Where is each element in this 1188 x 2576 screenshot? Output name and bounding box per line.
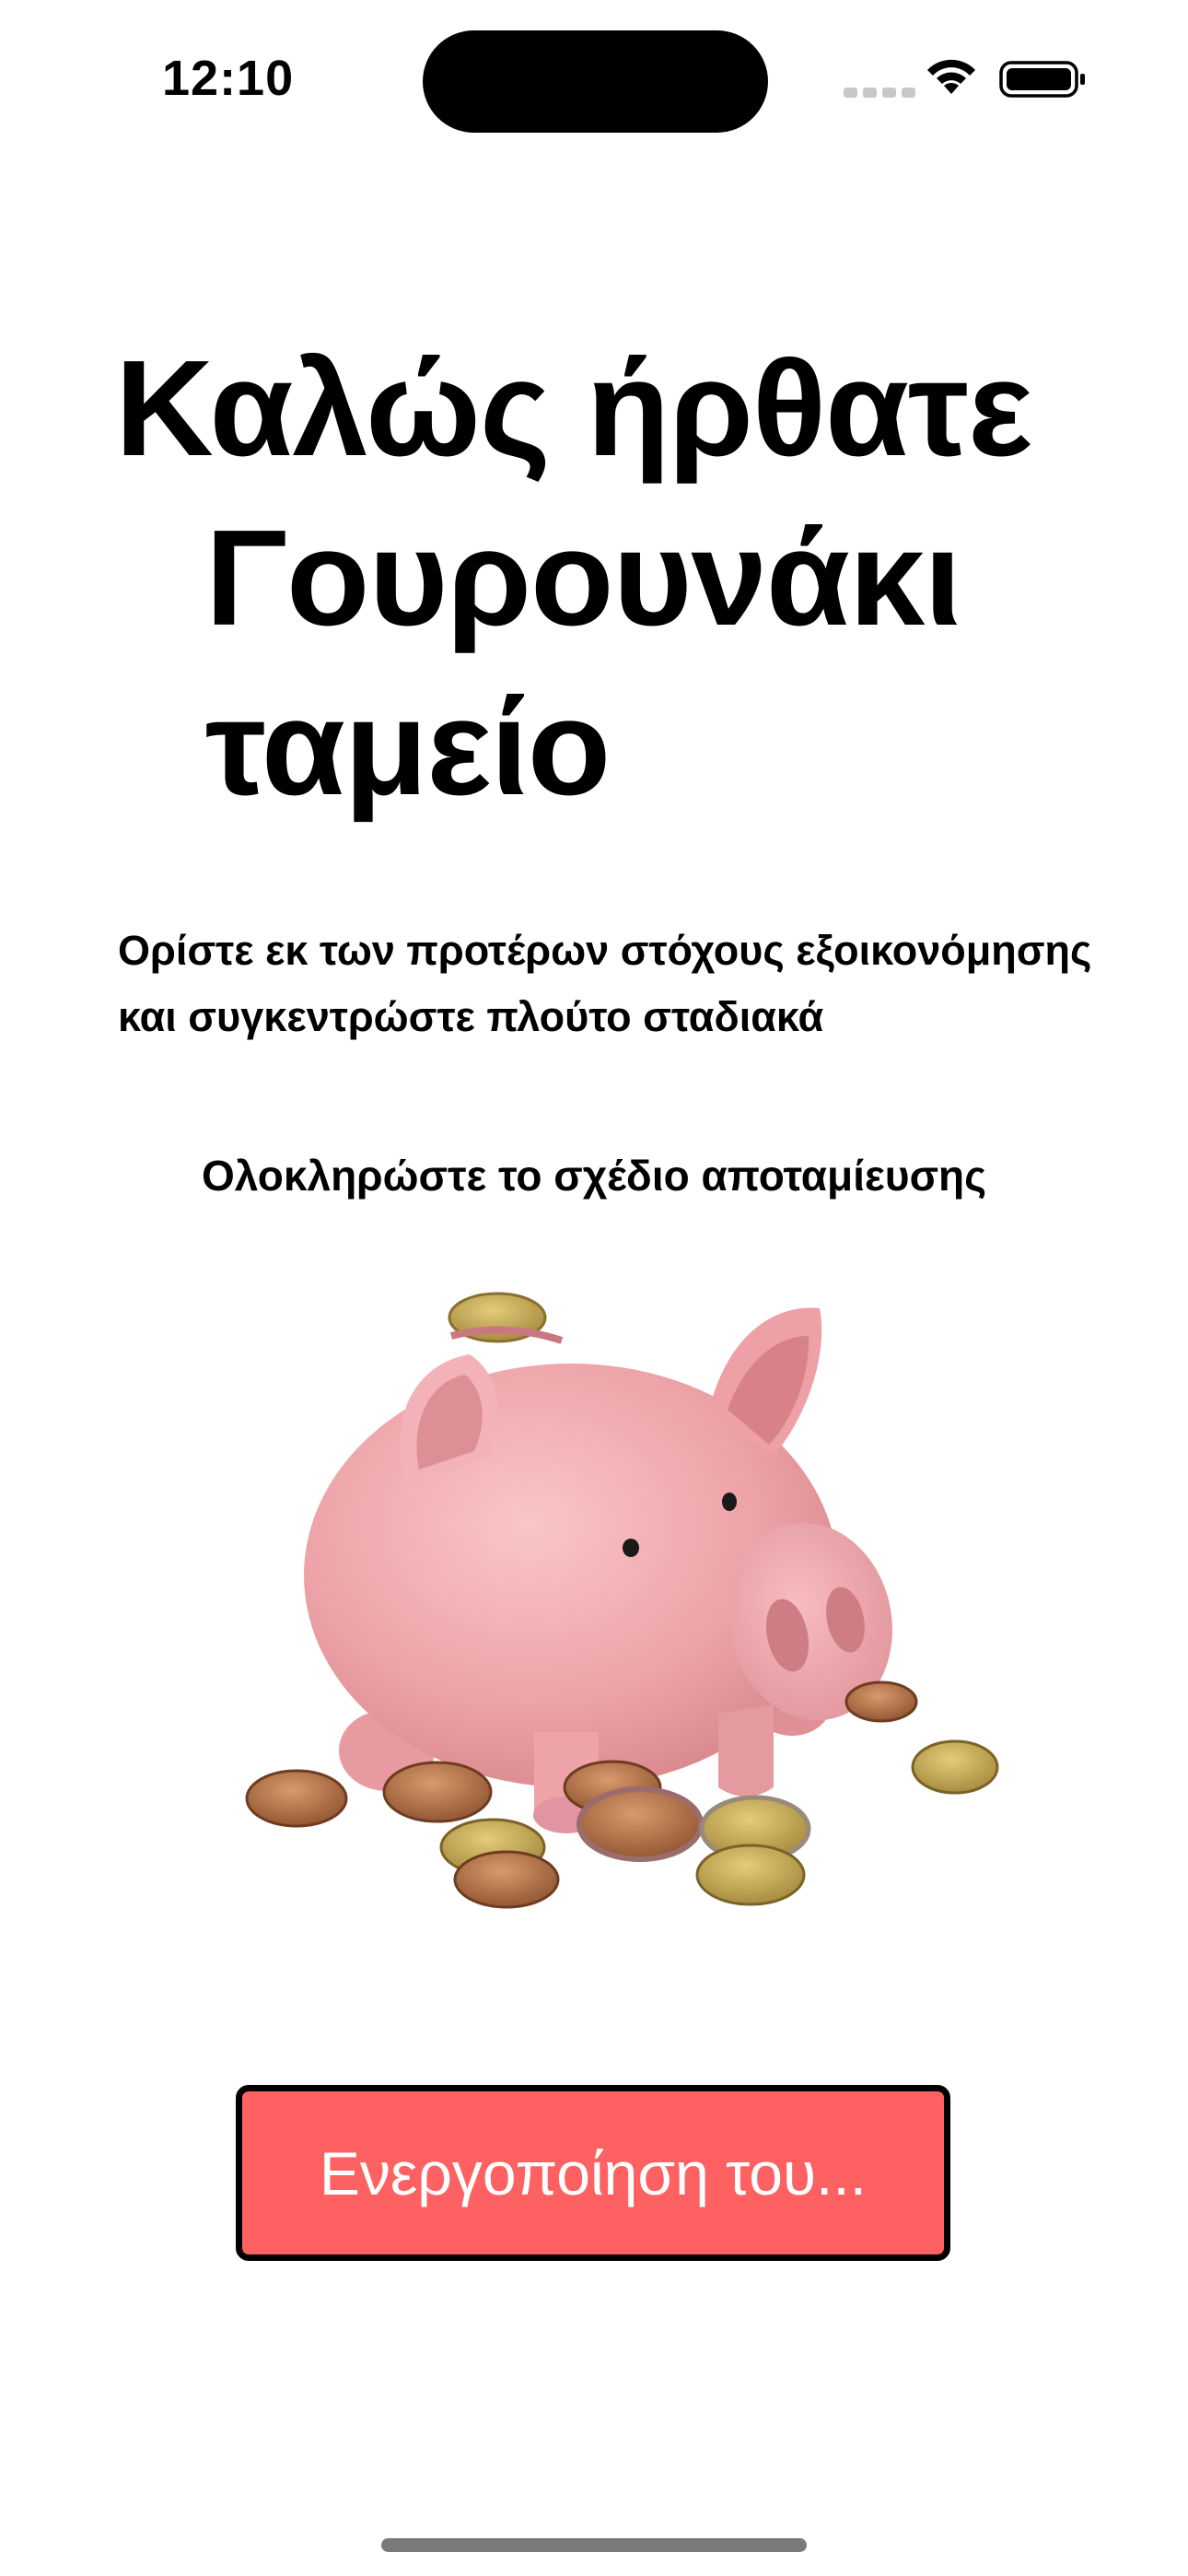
status-time: 12:10 (162, 51, 295, 106)
dynamic-island (423, 30, 768, 133)
page-title: Καλώς ήρθατε Γουρουνάκι ταμείο (115, 324, 1128, 833)
home-indicator[interactable] (381, 2538, 807, 2552)
title-line-2: Γουρουνάκι (205, 502, 962, 654)
cellular-signal-icon (844, 88, 915, 98)
battery-icon (999, 61, 1085, 98)
title-line-3: ταμείο (205, 672, 611, 824)
wifi-icon (927, 59, 975, 94)
subtitle-text: Ολοκληρώστε το σχέδιο αποταμίευσης (201, 1152, 987, 1200)
title-line-1: Καλώς ήρθατε (115, 333, 1032, 485)
description-text: Ορίστε εκ των προτέρων στόχους εξοικονόμ… (118, 927, 1092, 1040)
piggy-bank-illustration (245, 1292, 999, 1909)
enable-button[interactable]: Ενεργοποίηση του... (236, 2085, 950, 2261)
